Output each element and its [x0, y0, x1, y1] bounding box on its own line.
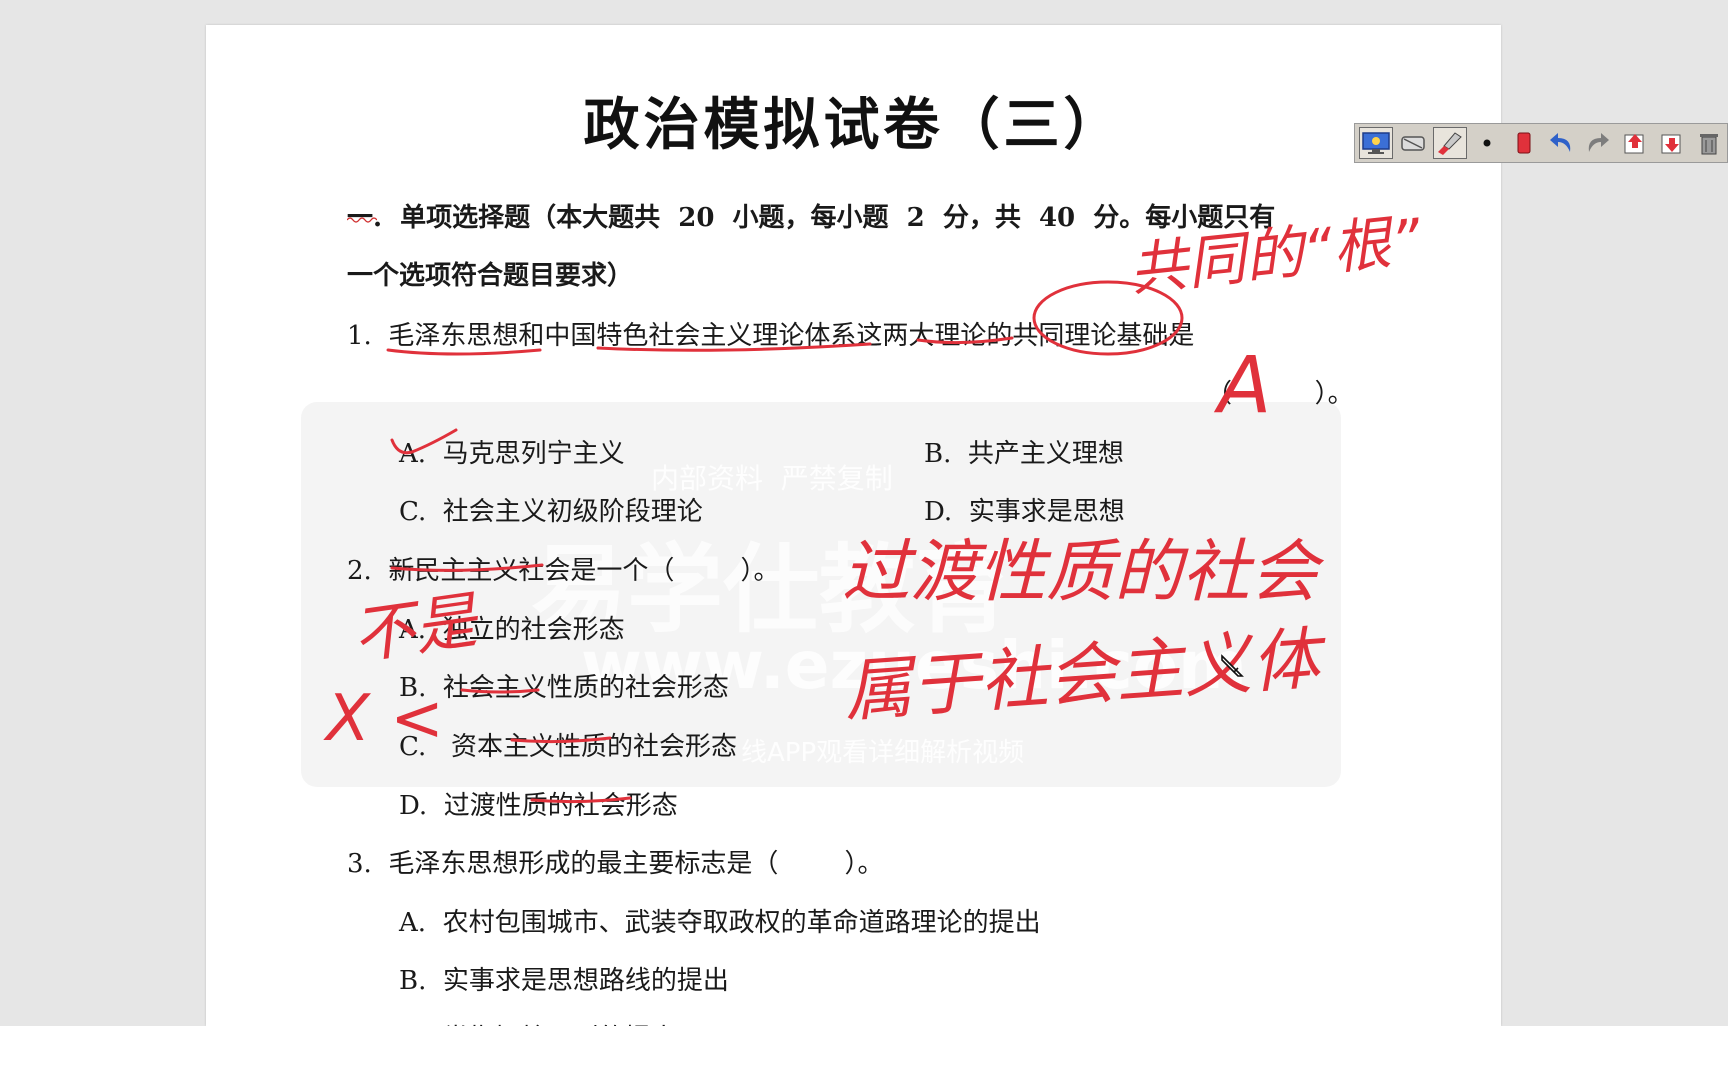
document-page: 政治模拟试卷（三） 一. 单项选择题（本大题共 20 小题，每小题 2 分，共 …: [206, 25, 1501, 1026]
spellcheck-squiggle: [347, 217, 377, 223]
dot-size-icon[interactable]: [1470, 127, 1504, 159]
question-3-option-c: C. 党指挥枪原则的提出: [399, 1018, 677, 1026]
workspace: 政治模拟试卷（三） 一. 单项选择题（本大题共 20 小题，每小题 2 分，共 …: [0, 0, 1728, 1026]
section-heading-cont: 一个选项符合题目要求）: [347, 261, 634, 291]
question-1-stem: 1. 毛泽东思想和中国特色社会主义理论体系这两大理论的共同理论基础是: [347, 321, 1195, 351]
undo-icon[interactable]: [1544, 127, 1578, 159]
pen-color-icon[interactable]: [1507, 127, 1541, 159]
question-2-option-c: C. 资本主义性质的社会形态: [399, 732, 738, 762]
page-up-icon[interactable]: [1618, 127, 1652, 159]
brush-icon[interactable]: [1433, 127, 1467, 159]
redo-icon[interactable]: [1581, 127, 1615, 159]
question-2-stem: 2. 新民主主义社会是一个（ ）。: [347, 556, 780, 586]
question-1-blank: （ ）。: [1206, 379, 1354, 409]
trash-icon[interactable]: [1692, 127, 1726, 159]
question-2-option-b: B. 社会主义性质的社会形态: [399, 673, 729, 703]
question-1-option-d: D. 实事求是思想: [924, 497, 1125, 527]
question-1-option-a: A. 马克思列宁主义: [399, 439, 625, 469]
question-3-option-a: A. 农村包围城市、武装夺取政权的革命道路理论的提出: [399, 908, 1041, 938]
monitor-icon[interactable]: [1359, 127, 1393, 159]
question-3-option-b: B. 实事求是思想路线的提出: [399, 966, 729, 996]
section-heading: 一. 单项选择题（本大题共 20 小题，每小题 2 分，共 40 分。每小题只有: [347, 203, 1276, 233]
page-title: 政治模拟试卷（三）: [583, 92, 1124, 158]
page-down-icon[interactable]: [1655, 127, 1689, 159]
question-2-option-d: D. 过渡性质的社会形态: [399, 791, 678, 821]
question-3-stem: 3. 毛泽东思想形成的最主要标志是（ ）。: [347, 849, 884, 879]
watermark-app-note: 线APP观看详细解析视频: [741, 738, 1025, 768]
eraser-icon[interactable]: [1396, 127, 1430, 159]
question-1-option-b: B. 共产主义理想: [924, 439, 1124, 469]
question-1-option-c: C. 社会主义初级阶段理论: [399, 497, 703, 527]
annotation-toolbar: [1354, 123, 1728, 163]
bottom-strip: [0, 1026, 1728, 1080]
pen-cursor-icon: [1221, 654, 1244, 677]
question-2-option-a: A. 独立的社会形态: [399, 615, 625, 645]
